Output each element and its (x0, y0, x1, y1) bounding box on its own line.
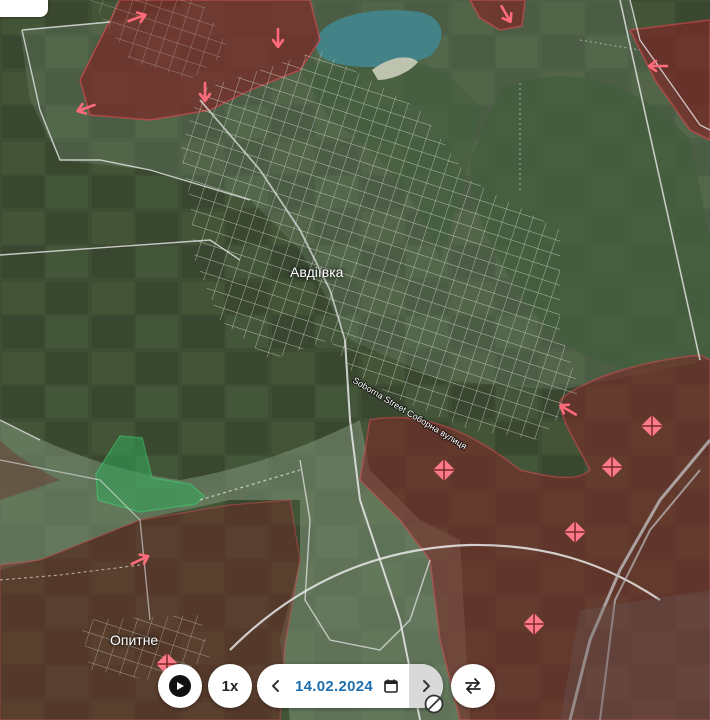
speed-button[interactable]: 1x (208, 664, 252, 708)
swap-arrows-icon (465, 678, 481, 694)
blocked-cursor-icon (424, 694, 444, 714)
speed-label: 1x (221, 677, 239, 695)
village-label: Опитне (110, 632, 159, 648)
date-value[interactable]: 14.02.2024 (295, 678, 373, 695)
play-button[interactable] (158, 664, 202, 708)
swap-button[interactable] (451, 664, 495, 708)
city-label: Авдіївка (290, 264, 344, 280)
calendar-icon[interactable] (383, 678, 399, 694)
chevron-right-icon (423, 680, 430, 692)
play-icon (169, 675, 191, 697)
corner-panel[interactable] (0, 0, 48, 17)
map-canvas[interactable]: Sobornа Street Соборна вулиця (0, 0, 710, 720)
date-selector[interactable]: 14.02.2024 (257, 664, 443, 708)
chevron-left-icon[interactable] (265, 671, 287, 701)
